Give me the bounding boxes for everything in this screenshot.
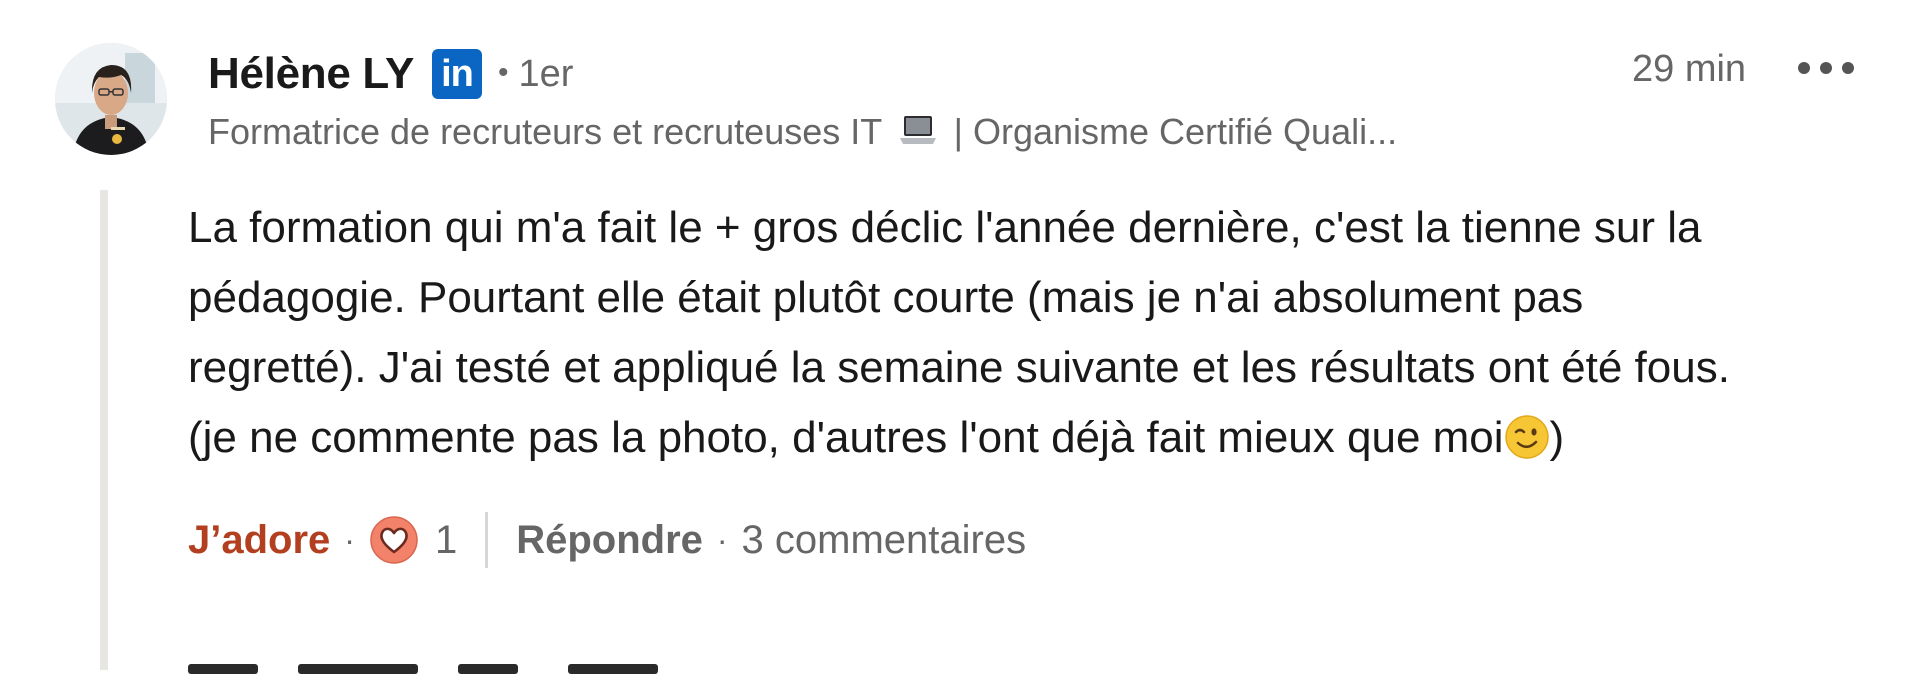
more-horizontal-icon — [1798, 62, 1810, 74]
comment-timestamp: 29 min — [1632, 48, 1747, 90]
comment-body-line: La formation qui m'a fait le + gros décl… — [188, 203, 1702, 252]
peek-fragment — [568, 664, 658, 674]
reply-button[interactable]: Répondre — [516, 518, 703, 563]
replies-count-link[interactable]: 3 commentaires — [742, 518, 1027, 563]
action-divider — [485, 512, 489, 568]
heart-reaction-icon[interactable] — [369, 515, 419, 565]
comment-body: La formation qui m'a fait le + gros décl… — [188, 193, 1888, 473]
comment-body-line: pédagogie. Pourtant elle était plutôt co… — [188, 273, 1584, 322]
peek-fragment — [458, 664, 518, 674]
thread-line — [100, 190, 108, 670]
more-dot — [1820, 62, 1832, 74]
next-comment-peek — [188, 660, 668, 680]
author-headline: Formatrice de recruteurs et recruteuses … — [208, 108, 1548, 156]
reaction-count[interactable]: 1 — [435, 518, 457, 563]
comment-body-line: regretté). J'ai testé et appliqué la sem… — [188, 343, 1730, 392]
headline-text-end: | Organisme Certifié Quali... — [953, 111, 1398, 152]
author-name[interactable]: Hélène LY — [208, 49, 414, 99]
more-options-button[interactable] — [1798, 50, 1854, 86]
connection-degree-label: 1er — [518, 52, 574, 95]
avatar-photo — [55, 43, 167, 155]
laptop-icon — [899, 116, 936, 144]
linkedin-badge-icon: in — [432, 49, 482, 99]
more-dot — [1842, 62, 1854, 74]
connection-degree: • 1er — [498, 53, 573, 96]
action-separator: · — [716, 521, 728, 558]
comment-body-closing: ) — [1549, 413, 1565, 462]
comment-actions: J’adore · 1 Répondre · 3 commentaires — [188, 508, 1026, 572]
comment-card: Hélène LY in • 1er Formatrice de recruteu… — [0, 0, 1918, 674]
author-row: Hélène LY in • 1er — [208, 44, 573, 104]
action-separator: · — [344, 521, 355, 558]
peek-fragment — [298, 664, 418, 674]
degree-separator: • — [498, 55, 509, 89]
winking-face-icon — [1504, 415, 1549, 459]
linkedin-badge-text: in — [441, 53, 474, 95]
peek-fragment — [188, 664, 258, 674]
headline-text-start: Formatrice de recruteurs et recruteuses … — [208, 111, 882, 152]
comment-body-line-last: (je ne commente pas la photo, d'autres l… — [188, 403, 1888, 473]
author-avatar[interactable] — [55, 43, 167, 155]
reaction-button[interactable]: J’adore — [188, 518, 330, 563]
comment-body-text: (je ne commente pas la photo, d'autres l… — [188, 413, 1504, 462]
